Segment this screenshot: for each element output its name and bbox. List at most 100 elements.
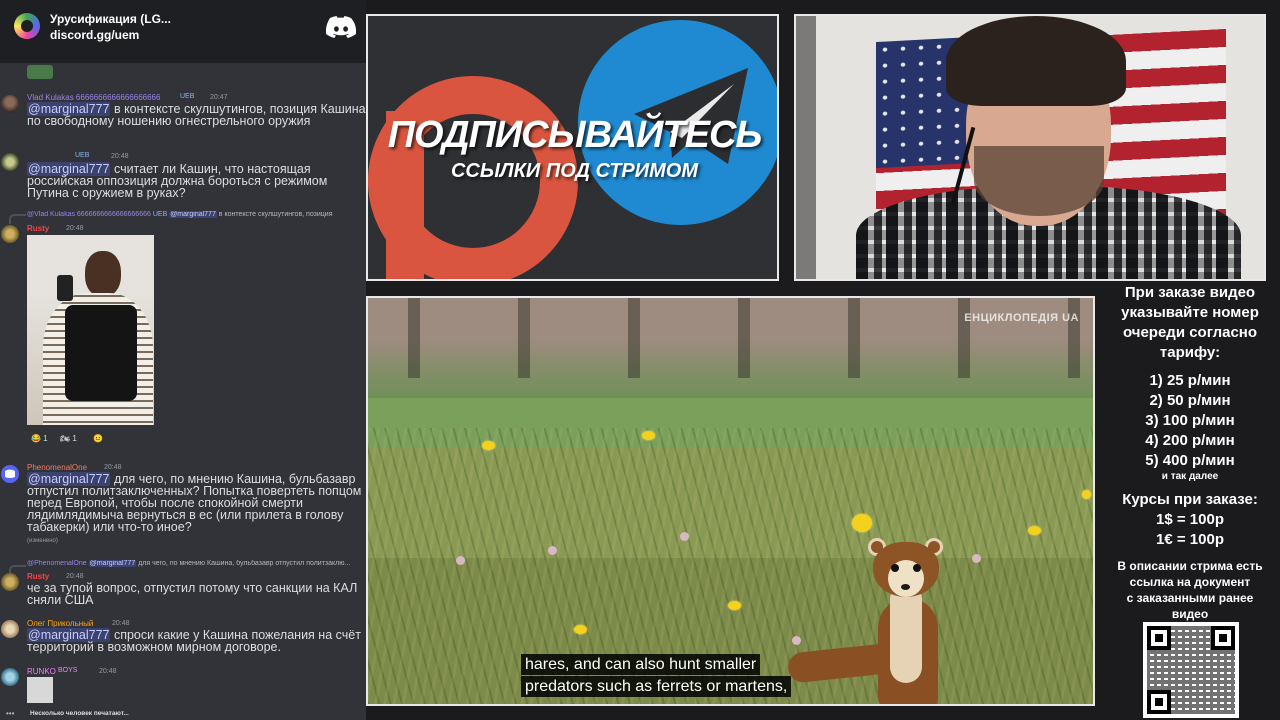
clover-flower (548, 546, 557, 555)
banner-subtitle: ССЫЛКИ ПОД СТРИМОМ (450, 160, 699, 182)
tariff-item: 5) 400 р/мин (1145, 452, 1235, 469)
avatar[interactable] (1, 573, 19, 591)
qr-finder (1147, 690, 1171, 714)
weasel-chest (890, 583, 922, 683)
message-username[interactable]: RUNKO (27, 667, 56, 676)
discord-chat-panel: Урусификация (LG... discord.gg/uem Vlad … (0, 0, 366, 720)
avatar[interactable] (1, 225, 19, 243)
description-line: ссылка на документ (1129, 575, 1251, 589)
clover-flower (456, 556, 465, 565)
dandelion (642, 431, 655, 440)
rates-title: Курсы при заказе: (1122, 491, 1258, 508)
typing-indicator: Несколько человек печатают... (30, 710, 129, 717)
weasel-eye (891, 564, 899, 572)
avatar[interactable] (1, 95, 19, 113)
channel-watermark: ЕНЦИКЛОПЕДІЯ UA (964, 312, 1079, 324)
message-timestamp: 20:48 (66, 225, 84, 232)
message-body: че за тупой вопрос, отпустил потому что … (27, 581, 358, 607)
streamer-beard (974, 146, 1104, 216)
message-image[interactable] (27, 235, 154, 425)
chat-header: Урусификация (LG... discord.gg/uem (0, 0, 366, 63)
edited-label: (изменено) (27, 538, 58, 544)
message-username[interactable]: Олег Прикольный (27, 619, 93, 628)
message-timestamp: 20:48 (111, 153, 129, 160)
weasel-eye (913, 564, 921, 572)
reply-username: @PhenomenalOne (27, 560, 87, 567)
order-instruction-line: При заказе видео (1124, 284, 1256, 301)
qr-code (1143, 622, 1239, 718)
reply-text: в контексте скулшутингов, позиция (216, 211, 333, 218)
reaction-neutral[interactable]: 😐 (93, 434, 103, 443)
message-username[interactable]: Rusty (27, 224, 49, 233)
message-text: @marginal777 спроси какие у Кашина пожел… (27, 628, 366, 653)
main-video[interactable]: ЕНЦИКЛОПЕДІЯ UA hares, and can also hunt… (366, 296, 1095, 706)
qr-finder (1147, 626, 1171, 650)
clover-flower (792, 636, 801, 645)
dandelion (728, 601, 741, 610)
description-line: В описании стрима есть (1117, 559, 1263, 573)
avatar[interactable] (1, 153, 19, 171)
message-timestamp: 20:48 (112, 620, 130, 627)
message-timestamp: 20:47 (210, 94, 228, 101)
description-line: с заказанными ранее (1126, 591, 1254, 605)
reply-mention: @marginal777 (88, 560, 137, 567)
avatar[interactable] (1, 620, 19, 638)
server-icon[interactable] (14, 13, 40, 39)
reaction-laugh[interactable]: 😂 1 (31, 434, 48, 443)
message-username[interactable]: Rusty (27, 572, 49, 581)
dandelion (852, 514, 872, 532)
qr-finder (1211, 626, 1235, 650)
tariff-item: 2) 50 р/мин (1149, 392, 1231, 409)
tariff-item: 1) 25 р/мин (1149, 372, 1231, 389)
message-text: @marginal777 для чего, по мнению Кашина,… (27, 472, 366, 533)
clover-flower (680, 532, 689, 541)
reply-text: для чего, по мнению Кашина, бульбазавр о… (136, 560, 351, 567)
dandelion (482, 441, 495, 450)
rate-item: 1$ = 100р (1156, 511, 1224, 528)
dandelion (1028, 526, 1041, 535)
message-username[interactable]: Vlad Kulakas 6666666666666666666 (27, 93, 167, 102)
reaction-motorcycle[interactable]: 🏍 1 (60, 434, 77, 443)
reply-username: @Vlad Kulakas 6666666666666666666 (27, 211, 151, 218)
streamer-hair (946, 16, 1126, 106)
webcam-feed (794, 14, 1266, 281)
description-line: видео (1171, 607, 1209, 621)
server-name[interactable]: Урусификация (LG... (50, 12, 171, 26)
order-instruction-line: очереди согласно (1122, 324, 1258, 341)
order-instruction-line: тарифу: (1159, 344, 1221, 361)
dandelion (1082, 490, 1091, 499)
server-invite-link[interactable]: discord.gg/uem (50, 28, 139, 42)
clover-flower (972, 554, 981, 563)
dandelion (574, 625, 587, 634)
reply-connector (9, 214, 26, 224)
user-badge: UEB (75, 152, 90, 159)
tariff-item: 4) 200 р/мин (1145, 432, 1235, 449)
typing-dots-icon: ••• (6, 709, 15, 718)
reply-badge: UEB (152, 211, 168, 218)
message-text: @marginal777 в контексте скулшутингов, п… (27, 102, 366, 127)
wall-shadow (796, 16, 816, 279)
avatar[interactable] (1, 668, 19, 686)
order-instruction-line: указывайте номер (1121, 304, 1259, 321)
subtitle-line-1: hares, and can also hunt smaller (521, 654, 761, 675)
weasel-nose (901, 584, 910, 590)
user-badge: UEB (180, 93, 195, 100)
subscribe-banner: ПОДПИСЫВАЙТЕСЬ ССЫЛКИ ПОД СТРИМОМ (366, 14, 779, 281)
message-image[interactable] (27, 677, 53, 703)
discord-logo-icon (326, 16, 356, 38)
rate-item: 1€ = 100р (1156, 531, 1224, 548)
discord-default-avatar-icon[interactable] (1, 465, 19, 483)
partial-emoji (27, 65, 53, 79)
message-username[interactable]: PhenomenalOne (27, 463, 87, 472)
tariff-item: 3) 100 р/мин (1145, 412, 1235, 429)
reply-preview[interactable]: @PhenomenalOne @marginal777 для чего, по… (27, 560, 366, 567)
tariff-more: и так далее (1161, 471, 1219, 482)
reply-mention: @marginal777 (169, 211, 217, 218)
reply-preview[interactable]: @Vlad Kulakas 6666666666666666666 UEB @m… (27, 211, 366, 218)
banner-title: ПОДПИСЫВАЙТЕСЬ (387, 114, 763, 156)
image-phone (57, 275, 73, 301)
message-text: @marginal777 считает ли Кашин, что насто… (27, 162, 366, 199)
image-vest (65, 305, 137, 401)
image-person-head (85, 251, 121, 297)
message-timestamp: 20:48 (99, 668, 117, 675)
